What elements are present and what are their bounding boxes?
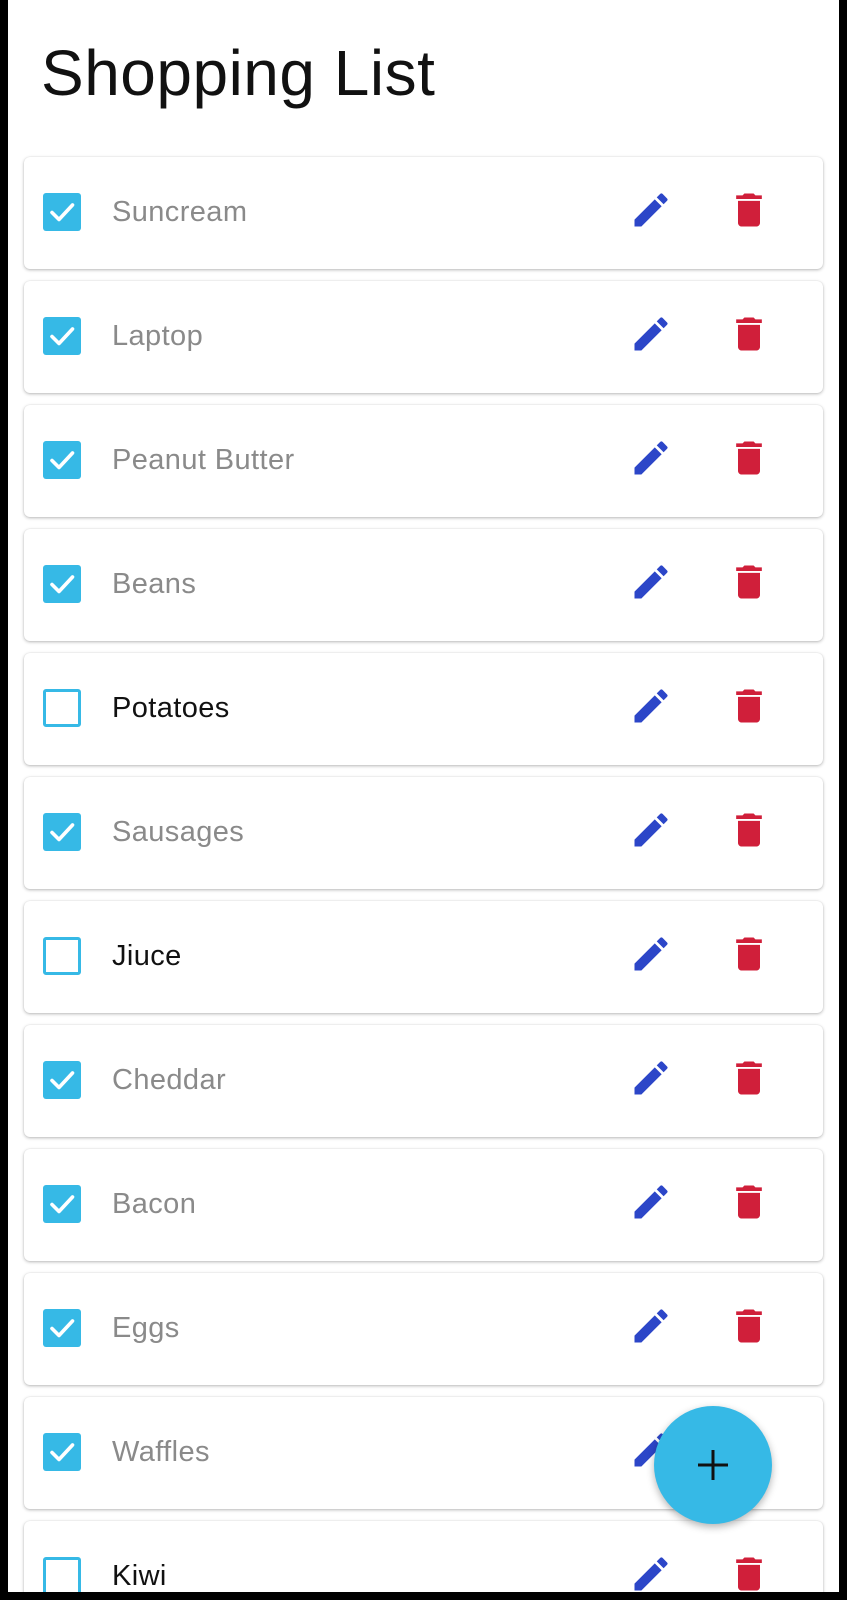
item-checkbox[interactable]	[43, 1557, 81, 1592]
item-label: Laptop	[112, 320, 204, 352]
pencil-icon	[634, 1185, 668, 1219]
trash-icon	[736, 317, 762, 351]
edit-item-button[interactable]	[626, 1177, 676, 1227]
list-item: Potatoes	[24, 653, 823, 765]
delete-item-button[interactable]	[724, 557, 774, 607]
delete-item-button[interactable]	[724, 929, 774, 979]
delete-item-button[interactable]	[724, 1053, 774, 1103]
check-icon	[50, 1319, 75, 1338]
list-item: Bacon	[24, 1149, 823, 1261]
trash-icon	[736, 1557, 762, 1591]
item-checkbox[interactable]	[43, 1433, 81, 1471]
item-checkbox[interactable]	[43, 689, 81, 727]
item-label: Cheddar	[112, 1064, 227, 1096]
list-item: Laptop	[24, 281, 823, 393]
item-label: Beans	[112, 568, 197, 600]
item-checkbox[interactable]	[43, 1061, 81, 1099]
trash-icon	[736, 565, 762, 599]
check-icon	[50, 203, 75, 222]
check-icon	[50, 327, 75, 346]
trash-icon	[736, 193, 762, 227]
list-item: Peanut Butter	[24, 405, 823, 517]
item-label: Potatoes	[112, 692, 230, 724]
trash-icon	[736, 1185, 762, 1219]
pencil-icon	[634, 565, 668, 599]
list-item: Beans	[24, 529, 823, 641]
pencil-icon	[634, 1061, 668, 1095]
item-label: Bacon	[112, 1188, 197, 1220]
pencil-icon	[634, 193, 668, 227]
list-item: Cheddar	[24, 1025, 823, 1137]
item-checkbox[interactable]	[43, 1185, 81, 1223]
edit-item-button[interactable]	[626, 681, 676, 731]
app-screen: Shopping List Suncream Laptop Peanut Butte…	[8, 0, 839, 1592]
item-label: Sausages	[112, 816, 245, 848]
item-label: Suncream	[112, 196, 248, 228]
edit-item-button[interactable]	[626, 805, 676, 855]
delete-item-button[interactable]	[724, 805, 774, 855]
check-icon	[50, 1195, 75, 1214]
trash-icon	[736, 441, 762, 475]
pencil-icon	[634, 441, 668, 475]
pencil-icon	[634, 937, 668, 971]
item-label: Kiwi	[112, 1560, 167, 1592]
check-icon	[50, 575, 75, 594]
trash-icon	[736, 1309, 762, 1343]
trash-icon	[736, 1061, 762, 1095]
check-icon	[50, 823, 75, 842]
delete-item-button[interactable]	[724, 681, 774, 731]
add-item-button[interactable]	[654, 1406, 772, 1524]
shopping-list: Suncream Laptop Peanut Butter Beans Potatoes…	[24, 157, 823, 1592]
trash-icon	[736, 689, 762, 723]
delete-item-button[interactable]	[724, 1301, 774, 1351]
edit-item-button[interactable]	[626, 1301, 676, 1351]
edit-item-button[interactable]	[626, 433, 676, 483]
trash-icon	[736, 813, 762, 847]
edit-item-button[interactable]	[626, 309, 676, 359]
list-item: Suncream	[24, 157, 823, 269]
check-icon	[50, 1071, 75, 1090]
pencil-icon	[634, 317, 668, 351]
item-checkbox[interactable]	[43, 441, 81, 479]
list-item: Sausages	[24, 777, 823, 889]
check-icon	[50, 1443, 75, 1462]
item-checkbox[interactable]	[43, 1309, 81, 1347]
delete-item-button[interactable]	[724, 1549, 774, 1592]
list-item: Jiuce	[24, 901, 823, 1013]
delete-item-button[interactable]	[724, 433, 774, 483]
pencil-icon	[634, 689, 668, 723]
item-label: Eggs	[112, 1312, 180, 1344]
delete-item-button[interactable]	[724, 309, 774, 359]
trash-icon	[736, 937, 762, 971]
item-label: Jiuce	[112, 940, 182, 972]
item-label: Waffles	[112, 1436, 210, 1468]
item-checkbox[interactable]	[43, 565, 81, 603]
edit-item-button[interactable]	[626, 185, 676, 235]
pencil-icon	[634, 813, 668, 847]
list-item: Kiwi	[24, 1521, 823, 1592]
delete-item-button[interactable]	[724, 1177, 774, 1227]
item-checkbox[interactable]	[43, 813, 81, 851]
edit-item-button[interactable]	[626, 557, 676, 607]
edit-item-button[interactable]	[626, 1549, 676, 1592]
item-label: Peanut Butter	[112, 444, 295, 476]
item-checkbox[interactable]	[43, 193, 81, 231]
page-title: Shopping List	[41, 37, 436, 109]
list-item: Eggs	[24, 1273, 823, 1385]
edit-item-button[interactable]	[626, 929, 676, 979]
item-checkbox[interactable]	[43, 317, 81, 355]
plus-icon	[698, 1450, 728, 1480]
pencil-icon	[634, 1557, 668, 1591]
edit-item-button[interactable]	[626, 1053, 676, 1103]
check-icon	[50, 451, 75, 470]
pencil-icon	[634, 1309, 668, 1343]
delete-item-button[interactable]	[724, 185, 774, 235]
item-checkbox[interactable]	[43, 937, 81, 975]
